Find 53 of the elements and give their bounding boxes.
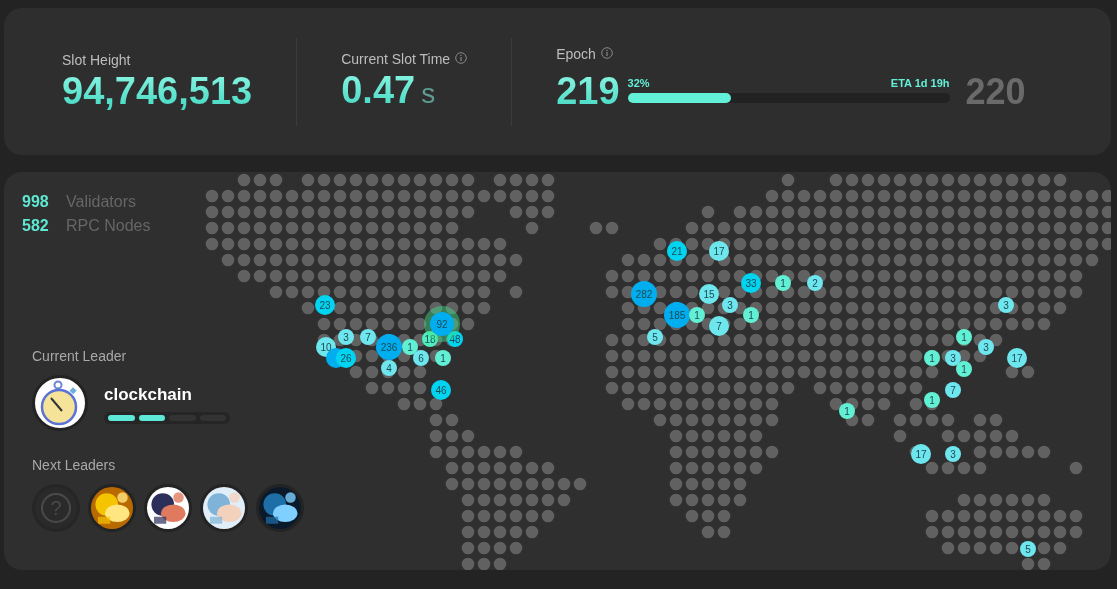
cluster-marker[interactable]: 1: [956, 361, 972, 377]
unit-label: s: [421, 77, 436, 109]
stat-label: Slot Height: [62, 52, 131, 69]
cluster-marker[interactable]: 3: [945, 350, 961, 366]
cluster-marker[interactable]: 236: [376, 334, 402, 360]
cluster-marker[interactable]: 185: [664, 302, 690, 328]
info-icon[interactable]: [600, 47, 613, 59]
cluster-marker[interactable]: 17: [911, 444, 931, 464]
cluster-marker[interactable]: 5: [647, 329, 663, 345]
cluster-marker[interactable]: 6: [413, 350, 429, 366]
leader-name: clockchain: [104, 384, 193, 407]
cluster-marker[interactable]: 1: [775, 275, 791, 291]
cluster-marker[interactable]: 17: [709, 241, 729, 261]
section-title: Next Leaders: [32, 456, 117, 475]
cluster-marker[interactable]: 15: [699, 284, 719, 304]
cluster-marker[interactable]: 3: [338, 329, 354, 345]
cluster-marker[interactable]: 1: [402, 339, 418, 355]
cluster-marker[interactable]: 4: [381, 360, 397, 376]
cluster-marker[interactable]: 7: [360, 329, 376, 345]
cluster-marker[interactable]: 1: [924, 392, 940, 408]
cluster-marker[interactable]: 3: [722, 297, 738, 313]
cluster-marker[interactable]: 17: [1007, 348, 1027, 368]
cluster-marker[interactable]: 282: [631, 281, 657, 307]
cluster-marker[interactable]: 23: [315, 295, 335, 315]
cluster-marker[interactable]: 48: [447, 331, 463, 347]
cluster-marker[interactable]: 1: [924, 350, 940, 366]
epoch-eta: ETA 1d 19h: [890, 75, 950, 91]
stat-label: Current Slot Time: [341, 50, 451, 67]
node-count: 998: [22, 192, 50, 212]
cluster-marker[interactable]: 7: [709, 316, 729, 336]
cluster-marker[interactable]: 18: [422, 331, 438, 347]
cluster-marker[interactable]: 1: [839, 403, 855, 419]
section-title: Current Leader: [32, 347, 128, 366]
cluster-marker[interactable]: 46: [431, 380, 451, 400]
unknown-avatar: ?: [32, 484, 80, 532]
cluster-marker[interactable]: 5: [1020, 541, 1036, 557]
cluster-marker[interactable]: 26: [336, 348, 356, 368]
info-icon[interactable]: [455, 51, 468, 64]
cluster-marker[interactable]: 1: [435, 350, 451, 366]
cluster-marker[interactable]: 21: [667, 241, 687, 261]
cluster-marker[interactable]: 3: [998, 297, 1014, 313]
cluster-marker[interactable]: 3: [978, 339, 994, 355]
cluster-marker[interactable]: 1: [689, 307, 705, 323]
cluster-marker[interactable]: 2: [807, 275, 823, 291]
cluster-marker[interactable]: 33: [741, 273, 761, 293]
stat-label: Epoch: [556, 46, 596, 62]
next-epoch-number: 220: [965, 70, 1026, 114]
node-count: 582: [22, 216, 50, 236]
cluster-marker[interactable]: 1: [956, 329, 972, 345]
cluster-marker[interactable]: 3: [945, 446, 961, 462]
cluster-marker[interactable]: 7: [945, 382, 961, 398]
cluster-marker[interactable]: 1: [743, 307, 759, 323]
progress-percent: 32%: [627, 75, 650, 91]
